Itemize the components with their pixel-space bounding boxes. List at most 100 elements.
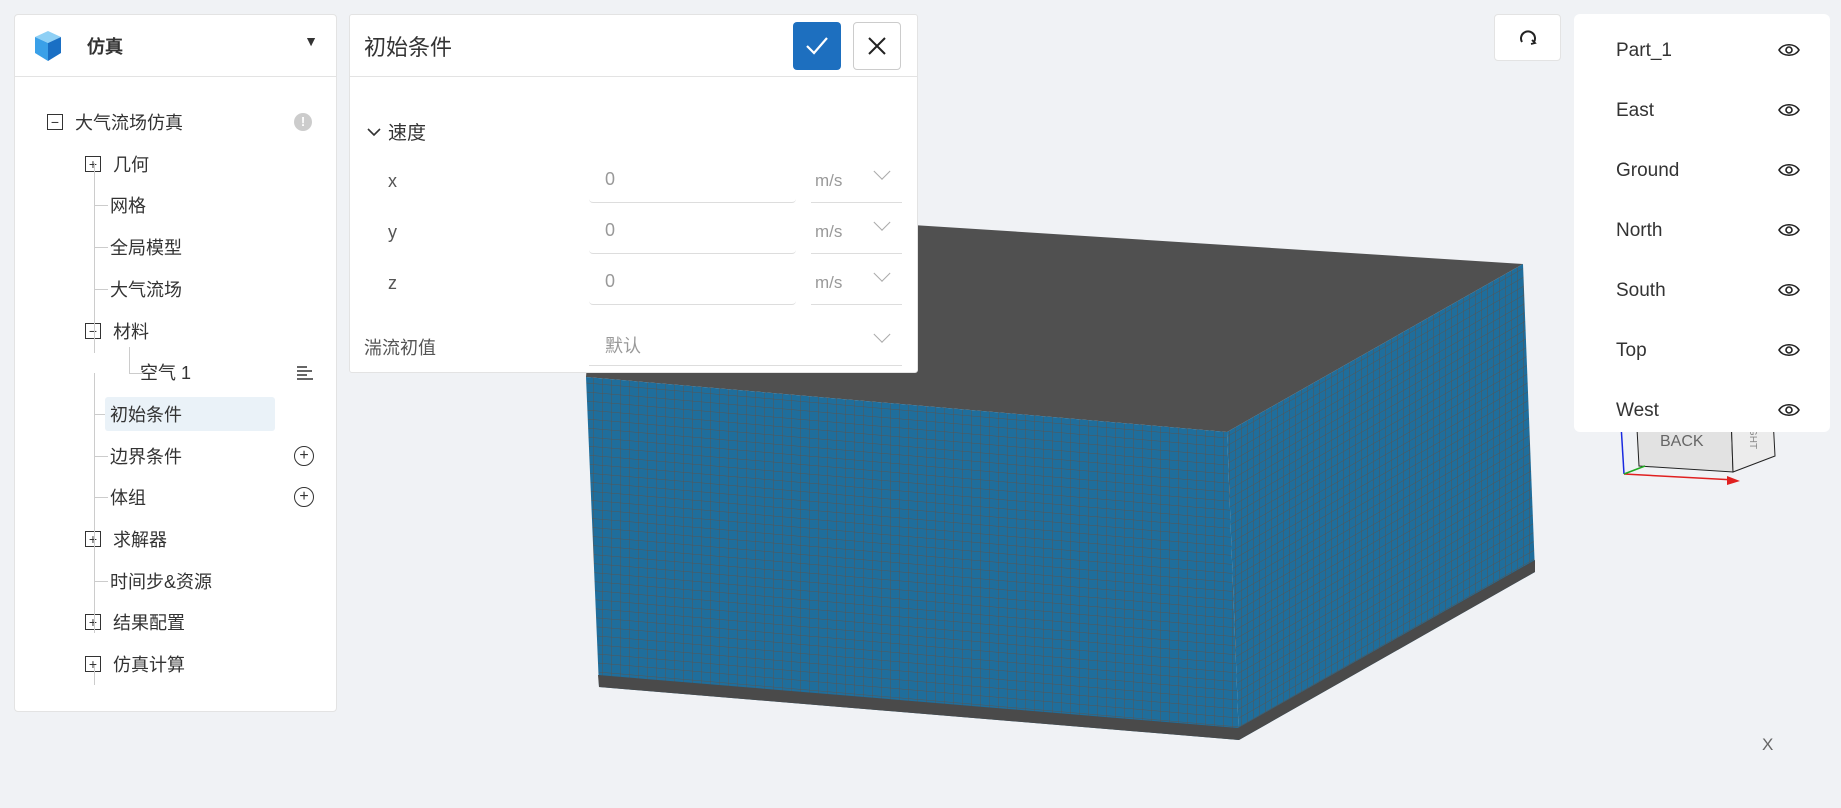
- confirm-button[interactable]: [793, 22, 841, 70]
- chevron-down-icon: [873, 325, 891, 343]
- chevron-down-icon: [873, 162, 891, 180]
- unit-select[interactable]: m/s: [811, 208, 902, 254]
- layer-name: Part_1: [1616, 40, 1672, 61]
- menu-lines-icon[interactable]: [296, 365, 314, 381]
- turbulence-row: 湍流初值 默认: [350, 320, 917, 370]
- layer-name: Ground: [1616, 160, 1680, 181]
- tree-item[interactable]: 网格: [110, 188, 146, 222]
- layer-name: North: [1616, 220, 1663, 241]
- tree-item[interactable]: − 大气流场仿真: [47, 105, 183, 139]
- field-value: 0: [605, 271, 616, 291]
- layer-item: Ground: [1616, 160, 1816, 190]
- tree-item-label: 结果配置: [113, 613, 185, 634]
- layer-item: North: [1616, 220, 1816, 250]
- eye-icon[interactable]: [1778, 162, 1800, 178]
- sidebar-header[interactable]: 仿真 ▼: [15, 15, 336, 77]
- layer-item: Part_1: [1616, 40, 1816, 70]
- tree-item-label: 仿真计算: [113, 655, 185, 676]
- warning-icon: !: [294, 113, 312, 131]
- unit-value: m/s: [815, 273, 843, 292]
- eye-icon[interactable]: [1778, 42, 1800, 58]
- velocity-x-row: x 0 m/s: [350, 157, 917, 207]
- turbulence-label: 湍流初值: [364, 338, 436, 358]
- eye-icon[interactable]: [1778, 102, 1800, 118]
- tree-item[interactable]: 全局模型: [110, 230, 182, 264]
- tree-item[interactable]: 体组: [110, 480, 146, 514]
- collapse-icon[interactable]: −: [85, 322, 101, 339]
- tree-item-label: 体组: [110, 488, 146, 509]
- tree-item[interactable]: + 仿真计算: [85, 647, 185, 681]
- field-label: y: [388, 222, 397, 242]
- tree-item-label: 空气 1: [140, 363, 192, 384]
- velocity-section-toggle[interactable]: 速度: [366, 118, 426, 145]
- tree-item[interactable]: 大气流场: [110, 272, 182, 306]
- chevron-down-icon: [873, 264, 891, 282]
- field-label: z: [388, 273, 397, 293]
- sidebar-title: 仿真: [87, 36, 123, 57]
- tree-item-label: 大气流场仿真: [75, 113, 183, 133]
- tree-item-label: 材料: [113, 321, 149, 342]
- tree-item[interactable]: 边界条件: [110, 439, 182, 473]
- tree-item[interactable]: 时间步&资源: [110, 564, 212, 598]
- simulation-sidebar: 仿真 ▼ − 大气流场仿真! + 几何 网格 全局模型 大气流场 − 材料 空气 1 初始条件 边界条…: [14, 14, 337, 712]
- chevron-down-icon: [873, 213, 891, 231]
- expand-icon[interactable]: +: [85, 155, 101, 172]
- dropdown-caret-icon[interactable]: ▼: [304, 33, 318, 49]
- tree-item-label: 大气流场: [110, 279, 182, 300]
- velocity-y-row: y 0 m/s: [350, 208, 917, 258]
- reset-view-button[interactable]: [1494, 14, 1561, 61]
- gizmo-face-back: BACK: [1660, 433, 1704, 450]
- tree-item-label: 网格: [110, 196, 146, 217]
- layer-name: West: [1616, 400, 1659, 421]
- tree-item[interactable]: + 结果配置: [85, 605, 185, 639]
- add-icon[interactable]: +: [294, 445, 314, 466]
- refresh-icon: [1519, 29, 1537, 45]
- field-value: 0: [605, 169, 616, 189]
- layer-name: East: [1616, 100, 1655, 121]
- initial-conditions-dialog: 初始条件 速度 x 0 m/s y 0 m/s z 0 m/s 湍流初值 默认: [349, 14, 918, 373]
- tree-item-label: 时间步&资源: [110, 571, 213, 592]
- orientation-gizmo[interactable]: BACK RIGHT Z X: [1612, 385, 1776, 754]
- velocity-z-input[interactable]: 0: [589, 259, 796, 305]
- dialog-title: 初始条件: [364, 34, 453, 60]
- section-label: 速度: [388, 123, 427, 144]
- tree-item-label: 初始条件: [110, 404, 182, 425]
- tree-item-label: 几何: [113, 154, 149, 175]
- close-button[interactable]: [853, 22, 901, 70]
- collapse-icon[interactable]: −: [47, 114, 63, 130]
- cube-logo-icon: [35, 30, 61, 61]
- expand-icon[interactable]: +: [85, 656, 101, 673]
- layer-item: West: [1616, 400, 1816, 430]
- field-label: x: [388, 171, 397, 191]
- turbulence-select[interactable]: 默认: [589, 320, 902, 366]
- tree-item-label: 全局模型: [110, 238, 182, 259]
- eye-icon[interactable]: [1778, 282, 1800, 298]
- axis-x-label: X: [1762, 735, 1773, 754]
- check-icon: [806, 37, 828, 55]
- unit-select[interactable]: m/s: [811, 157, 902, 203]
- eye-icon[interactable]: [1778, 342, 1800, 358]
- tree-item[interactable]: 初始条件: [105, 396, 275, 431]
- close-icon: [868, 37, 886, 55]
- layer-item: Top: [1616, 340, 1816, 370]
- unit-value: m/s: [815, 222, 843, 241]
- tree-item-label: 边界条件: [110, 446, 182, 467]
- eye-icon[interactable]: [1778, 402, 1800, 418]
- eye-icon[interactable]: [1778, 222, 1800, 238]
- chevron-down-icon: [367, 127, 381, 136]
- layer-name: Top: [1616, 340, 1647, 361]
- layer-visibility-panel: Part_1 East Ground North South Top West: [1574, 14, 1830, 432]
- tree-item[interactable]: + 求解器: [85, 522, 167, 556]
- layer-name: South: [1616, 280, 1666, 301]
- velocity-y-input[interactable]: 0: [589, 208, 796, 254]
- expand-icon[interactable]: +: [85, 614, 101, 631]
- add-icon[interactable]: +: [294, 487, 314, 508]
- field-value: 0: [605, 220, 616, 240]
- unit-value: m/s: [815, 171, 843, 190]
- expand-icon[interactable]: +: [85, 531, 101, 547]
- unit-select[interactable]: m/s: [811, 259, 902, 305]
- velocity-x-input[interactable]: 0: [589, 157, 796, 203]
- tree-item[interactable]: 空气 1: [140, 355, 191, 389]
- tree-item-label: 求解器: [113, 530, 167, 550]
- layer-item: South: [1616, 280, 1816, 310]
